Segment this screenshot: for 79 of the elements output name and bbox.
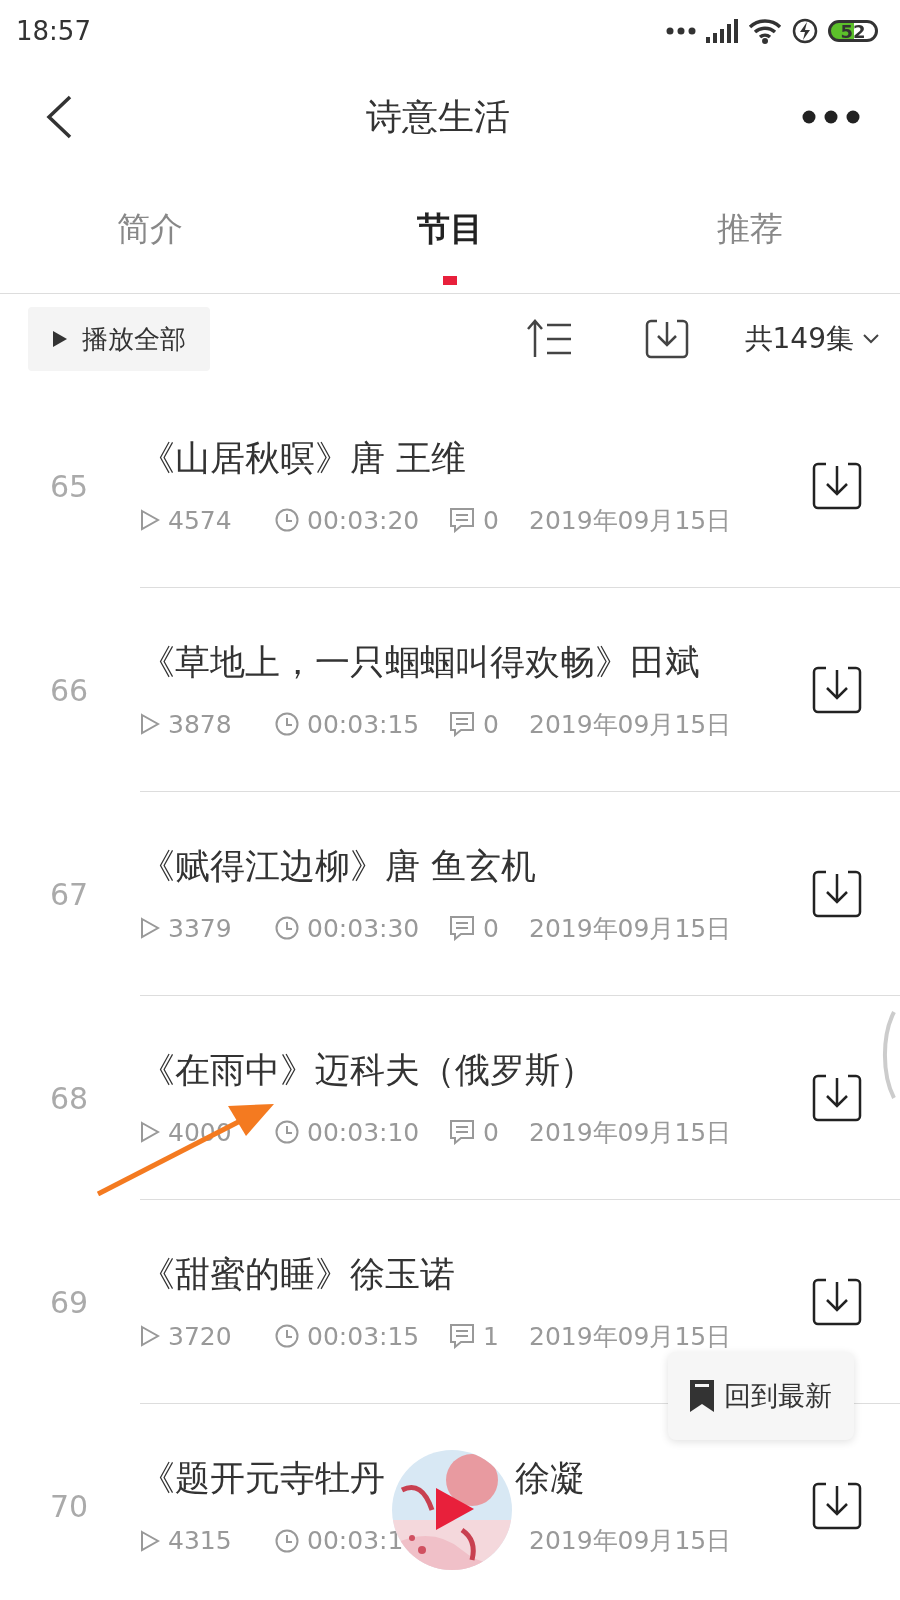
clock-icon (275, 712, 299, 736)
comment-count: 1 (483, 1321, 499, 1351)
play-icon (140, 713, 160, 735)
episode-title: 《草地上，一只蝈蝈叫得欢畅》田斌 (140, 640, 700, 684)
duration: 00:03:1 (307, 1526, 404, 1555)
episode-number: 68 (49, 1080, 90, 1116)
download-icon[interactable] (812, 665, 862, 714)
publish-date: 2019年09月15日 (529, 1525, 732, 1557)
episode-title: 《山居秋暝》唐 王维 (140, 436, 467, 480)
play-icon (140, 1121, 160, 1143)
comment-icon (449, 711, 475, 737)
publish-date: 2019年09月15日 (529, 504, 732, 537)
comment-count: 0 (483, 505, 499, 535)
episode-title: 《赋得江边柳》唐 鱼玄机 (140, 844, 537, 888)
back-icon[interactable] (44, 95, 74, 139)
charging-icon (792, 18, 818, 44)
comment-count: 0 (483, 1117, 499, 1147)
episode-number: 65 (49, 468, 90, 504)
download-icon[interactable] (812, 461, 862, 510)
play-icon (140, 1529, 160, 1552)
publish-date: 2019年09月15日 (529, 708, 732, 741)
play-icon (140, 917, 160, 939)
clock-icon (275, 1528, 299, 1553)
more-dots-icon (666, 27, 696, 35)
download-icon[interactable] (812, 869, 862, 918)
comment-icon (449, 1323, 475, 1349)
publish-date: 2019年09月15日 (529, 1116, 732, 1149)
comment-count: 0 (483, 709, 499, 739)
play-all-button[interactable]: 播放全部 (28, 307, 210, 371)
download-icon[interactable] (812, 1073, 862, 1122)
tab[interactable]: 节目 (300, 172, 600, 293)
bookmark-icon (690, 1380, 714, 1412)
duration: 00:03:10 (307, 1117, 420, 1147)
publish-date: 2019年09月15日 (529, 912, 732, 945)
play-icon (52, 330, 68, 348)
episode-number: 67 (49, 876, 90, 912)
episode-number: 69 (49, 1284, 90, 1320)
publish-date: 2019年09月15日 (529, 1320, 732, 1353)
episode-title: 《甜蜜的睡》徐玉诺 (140, 1252, 455, 1296)
episode-title: 徐凝 (515, 1457, 585, 1500)
active-tab-indicator (443, 276, 457, 285)
play-count: 4315 (168, 1526, 232, 1555)
status-time: 18:57 (16, 16, 91, 46)
play-count: 3720 (168, 1321, 232, 1351)
download-icon[interactable] (812, 1482, 862, 1530)
play-count: 4574 (168, 505, 232, 535)
more-icon[interactable] (802, 110, 860, 124)
comment-count: 0 (483, 913, 499, 943)
chevron-down-icon (862, 333, 880, 345)
episode-number: 70 (49, 1488, 90, 1524)
episode-count-dropdown[interactable]: 共149集 (744, 320, 880, 358)
download-icon[interactable] (812, 1277, 862, 1326)
clock-icon (275, 916, 299, 940)
tab[interactable]: 推荐 (600, 172, 900, 293)
back-to-latest-button[interactable]: 回到最新 (668, 1352, 854, 1440)
duration: 00:03:15 (307, 1321, 420, 1351)
episode-number: 66 (49, 672, 90, 708)
clock-icon (275, 508, 299, 532)
duration: 00:03:20 (307, 505, 420, 535)
wifi-icon (748, 18, 782, 44)
episode-title: 《在雨中》迈科夫（俄罗斯） (140, 1048, 595, 1092)
duration: 00:03:15 (307, 709, 420, 739)
tab[interactable]: 简介 (0, 172, 300, 293)
play-icon (140, 1325, 160, 1347)
signal-icon (706, 19, 738, 43)
play-count: 3379 (168, 913, 232, 943)
comment-icon (449, 507, 475, 533)
clock-icon (275, 1120, 299, 1144)
sort-icon[interactable] (526, 319, 573, 359)
clock-icon (275, 1324, 299, 1348)
download-icon[interactable] (644, 318, 689, 360)
play-icon[interactable] (436, 1488, 474, 1530)
comment-icon (449, 1119, 475, 1145)
play-icon (140, 509, 160, 531)
episode-title: 《题开元寺牡丹 (140, 1457, 385, 1500)
comment-icon (449, 915, 475, 941)
play-count: 3878 (168, 709, 232, 739)
page-title: 诗意生活 (366, 94, 510, 139)
duration: 00:03:30 (307, 913, 420, 943)
